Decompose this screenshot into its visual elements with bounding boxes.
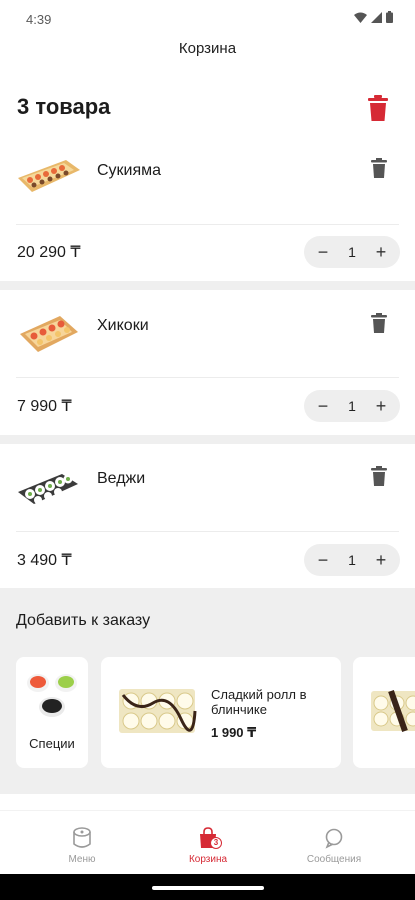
status-time: 4:39 <box>26 12 52 27</box>
quantity-value: 1 <box>348 398 356 414</box>
status-bar: 4:39 <box>0 0 415 36</box>
system-gesture-bar <box>0 874 415 900</box>
item-name: Веджи <box>97 470 146 487</box>
delete-item-icon[interactable] <box>371 158 387 178</box>
item-price: 7 990 ₸ <box>17 398 72 415</box>
item-name: Хикоки <box>97 317 149 334</box>
addon-card-spices[interactable]: Специи <box>16 657 88 768</box>
cart-item: Веджи 3 490 ₸ − 1 + <box>0 444 415 588</box>
addon-name: Сладкий ролл в блинчике <box>211 687 307 717</box>
sweet-roll-image <box>119 689 197 733</box>
nav-item-menu[interactable]: Меню <box>32 827 132 865</box>
nav-item-messages[interactable]: Сообщения <box>284 827 384 865</box>
cart-item: Сукияма 20 290 ₸ − 1 + <box>0 140 415 280</box>
signal-icon <box>371 11 382 23</box>
home-handle[interactable] <box>152 886 264 890</box>
spices-image <box>27 674 77 717</box>
divider <box>16 531 399 532</box>
item-price: 20 290 ₸ <box>17 244 81 261</box>
quantity-value: 1 <box>348 552 356 568</box>
quantity-value: 1 <box>348 244 356 260</box>
cart-item: Хикоки 7 990 ₸ − 1 + <box>0 290 415 435</box>
addon-card-sweet-roll[interactable]: Сладкий ролл в блинчике 1 990 ₸ <box>101 657 341 768</box>
status-icons <box>354 11 393 23</box>
addon-name: Специи <box>29 736 75 751</box>
cart-badge: 3 <box>210 837 222 849</box>
bottom-navigation: Меню 3 Корзина Сообщения <box>0 810 415 874</box>
page-title: Корзина <box>178 40 237 57</box>
nav-label: Меню <box>68 854 96 865</box>
battery-icon <box>386 11 393 23</box>
delete-item-icon[interactable] <box>371 313 387 333</box>
quantity-stepper: − 1 + <box>304 544 400 576</box>
chat-bubble-icon <box>325 828 343 849</box>
cart-count: 3 товара <box>17 94 111 119</box>
clear-cart-trash-icon[interactable] <box>367 95 389 121</box>
increase-button[interactable]: + <box>372 243 390 261</box>
addon-card-partial[interactable] <box>353 657 415 768</box>
nav-item-cart[interactable]: 3 Корзина <box>158 827 258 865</box>
veggie-set-image <box>18 474 78 504</box>
delete-item-icon[interactable] <box>371 466 387 486</box>
quantity-stepper: − 1 + <box>304 390 400 422</box>
item-name: Сукияма <box>97 162 162 179</box>
hikoki-set-image <box>20 316 78 352</box>
divider <box>16 377 399 378</box>
add-to-order-section: Добавить к заказу Специи Сладкий ролл в … <box>0 588 415 794</box>
nav-label: Сообщения <box>306 854 362 865</box>
decrease-button[interactable]: − <box>314 397 332 415</box>
nav-label: Корзина <box>188 854 228 865</box>
increase-button[interactable]: + <box>372 397 390 415</box>
menu-roll-icon <box>73 827 91 848</box>
increase-button[interactable]: + <box>372 551 390 569</box>
cart-header: 3 товара <box>0 92 415 132</box>
addon-price: 1 990 ₸ <box>211 725 257 740</box>
item-price: 3 490 ₸ <box>17 552 72 569</box>
section-separator <box>0 435 415 444</box>
section-separator <box>0 281 415 290</box>
divider <box>16 224 399 225</box>
decrease-button[interactable]: − <box>314 551 332 569</box>
wifi-icon <box>354 12 367 23</box>
sukiyama-set-image <box>18 160 80 192</box>
section-title: Добавить к заказу <box>16 612 151 629</box>
addon-image <box>371 690 415 732</box>
quantity-stepper: − 1 + <box>304 236 400 268</box>
decrease-button[interactable]: − <box>314 243 332 261</box>
